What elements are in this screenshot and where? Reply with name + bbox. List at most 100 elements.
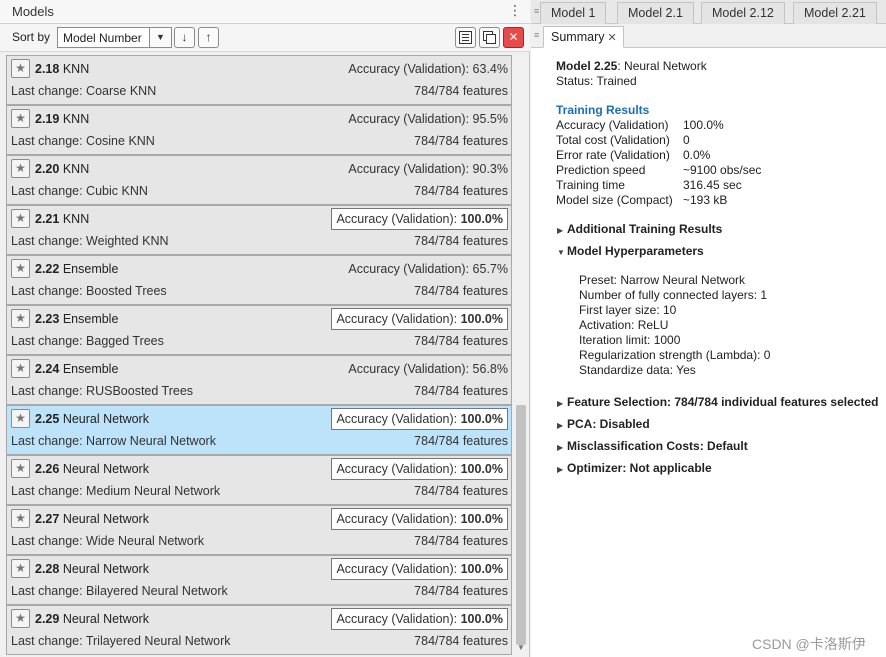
star-icon[interactable]: ★ [11,109,30,128]
model-last-change: Last change: Coarse KNN [11,84,157,98]
model-features: 784/784 features [414,84,508,98]
tab-model-1[interactable]: Model 1 [540,2,607,24]
model-features: 784/784 features [414,484,508,498]
additional-training-results-section[interactable]: ▶ Additional Training Results [557,222,722,236]
star-icon[interactable]: ★ [11,209,30,228]
optimizer-section[interactable]: ▶ Optimizer: Not applicable [557,461,712,475]
model-name: 2.24 Ensemble [35,362,119,376]
model-list-scrollbar[interactable]: ▼ [514,55,528,657]
chevron-down-icon[interactable]: ▼ [149,28,171,47]
result-key: Total cost (Validation) [556,133,670,147]
model-row[interactable]: ★ 2.26 Neural Network Accuracy (Validation… [6,455,512,505]
model-last-change: Last change: Cosine KNN [11,134,155,148]
model-row[interactable]: ★ 2.23 Ensemble Accuracy (Validation): 100… [6,305,512,355]
result-key: Model size (Compact) [556,193,673,207]
hyperparameter-item: Regularization strength (Lambda): 0 [579,348,771,362]
model-accuracy: Accuracy (Validation): 95.5% [348,112,508,126]
model-last-change: Last change: Narrow Neural Network [11,434,216,448]
summary-tab-bar: ≡ Summary ✕ [531,24,886,48]
chevron-right-icon: ▶ [557,443,564,452]
star-icon[interactable]: ★ [11,159,30,178]
model-name: 2.21 KNN [35,212,90,226]
result-value: ~9100 obs/sec [683,163,762,177]
delete-model-button[interactable]: ✕ [503,27,524,48]
chevron-right-icon: ▶ [557,399,564,408]
scroll-down-icon[interactable]: ▼ [517,643,525,652]
drag-handle-icon[interactable]: ≡ [534,6,539,16]
best-accuracy-badge: Accuracy (Validation): 100.0% [331,608,508,630]
model-last-change: Last change: Bagged Trees [11,334,164,348]
training-results-title: Training Results [556,103,650,117]
list-view-icon [459,31,472,44]
tab-model-2-1[interactable]: Model 2.1 [617,2,694,24]
tab-summary[interactable]: Summary ✕ [543,26,624,48]
duplicate-button[interactable] [479,27,500,48]
model-features: 784/784 features [414,634,508,648]
tab-model-2-12[interactable]: Model 2.12 [701,2,785,24]
star-icon[interactable]: ★ [11,309,30,328]
best-accuracy-badge: Accuracy (Validation): 100.0% [331,458,508,480]
sort-by-dropdown[interactable]: Model Number ▼ [57,27,172,48]
chevron-down-icon: ▼ [557,248,565,257]
model-hyperparameters-section[interactable]: ▼ Model Hyperparameters [557,244,704,258]
misclassification-costs-section[interactable]: ▶ Misclassification Costs: Default [557,439,748,453]
model-row[interactable]: ★ 2.25 Neural Network Accuracy (Validation… [6,405,512,455]
star-icon[interactable]: ★ [11,459,30,478]
copy-icon [483,31,496,44]
arrow-up-icon: ↑ [205,30,212,44]
model-features: 784/784 features [414,184,508,198]
sort-by-value: Model Number [63,31,142,45]
best-accuracy-badge: Accuracy (Validation): 100.0% [331,508,508,530]
chevron-right-icon: ▶ [557,465,564,474]
star-icon[interactable]: ★ [11,259,30,278]
star-icon[interactable]: ★ [11,59,30,78]
model-last-change: Last change: Wide Neural Network [11,534,205,548]
scrollbar-thumb[interactable] [516,405,526,645]
result-key: Accuracy (Validation) [556,118,669,132]
model-name: 2.28 Neural Network [35,562,149,576]
model-status: Status: Trained [556,74,637,88]
result-key: Prediction speed [556,163,646,177]
sort-descending-button[interactable]: ↓ [174,27,195,48]
star-icon[interactable]: ★ [11,409,30,428]
model-name: 2.27 Neural Network [35,512,149,526]
model-row[interactable]: ★ 2.18 KNN Accuracy (Validation): 63.4% Las… [6,55,512,105]
model-name: 2.23 Ensemble [35,312,119,326]
feature-selection-section[interactable]: ▶ Feature Selection: 784/784 individual f… [557,395,878,409]
star-icon[interactable]: ★ [11,359,30,378]
star-icon[interactable]: ★ [11,559,30,578]
model-row[interactable]: ★ 2.28 Neural Network Accuracy (Validation… [6,555,512,605]
watermark: CSDN @卡洛斯伊 [752,636,866,652]
sort-toolbar: Sort by Model Number ▼ ↓ ↑ ✕ [0,24,530,52]
result-value: 316.45 sec [683,178,742,192]
chevron-right-icon: ▶ [557,421,564,430]
model-row[interactable]: ★ 2.29 Neural Network Accuracy (Validation… [6,605,512,655]
model-features: 784/784 features [414,134,508,148]
star-icon[interactable]: ★ [11,509,30,528]
model-row[interactable]: ★ 2.20 KNN Accuracy (Validation): 90.3% Las… [6,155,512,205]
app-root: Models ⋮ Sort by Model Number ▼ ↓ ↑ ✕ ★ … [0,0,886,657]
pca-section[interactable]: ▶ PCA: Disabled [557,417,650,431]
tile-view-button[interactable] [455,27,476,48]
drag-handle-icon[interactable]: ≡ [534,30,539,40]
star-icon[interactable]: ★ [11,609,30,628]
model-name: 2.20 KNN [35,162,90,176]
model-row[interactable]: ★ 2.22 Ensemble Accuracy (Validation): 65.… [6,255,512,305]
sort-ascending-button[interactable]: ↑ [198,27,219,48]
model-row[interactable]: ★ 2.21 KNN Accuracy (Validation): 100.0% La… [6,205,512,255]
best-accuracy-badge: Accuracy (Validation): 100.0% [331,408,508,430]
close-icon[interactable]: ✕ [607,32,616,44]
result-value: ~193 kB [683,193,728,207]
model-accuracy: Accuracy (Validation): 63.4% [348,62,508,76]
more-options-icon[interactable]: ⋮ [508,2,522,19]
sort-label: Sort by [12,30,51,44]
hyperparameter-item: Activation: ReLU [579,318,669,332]
model-row[interactable]: ★ 2.27 Neural Network Accuracy (Validation… [6,505,512,555]
result-value: 0.0% [683,148,711,162]
tab-model-2-21[interactable]: Model 2.21 [793,2,877,24]
model-accuracy: Accuracy (Validation): 65.7% [348,262,508,276]
model-row[interactable]: ★ 2.19 KNN Accuracy (Validation): 95.5% Las… [6,105,512,155]
model-features: 784/784 features [414,284,508,298]
model-row[interactable]: ★ 2.24 Ensemble Accuracy (Validation): 56.… [6,355,512,405]
best-accuracy-badge: Accuracy (Validation): 100.0% [331,558,508,580]
